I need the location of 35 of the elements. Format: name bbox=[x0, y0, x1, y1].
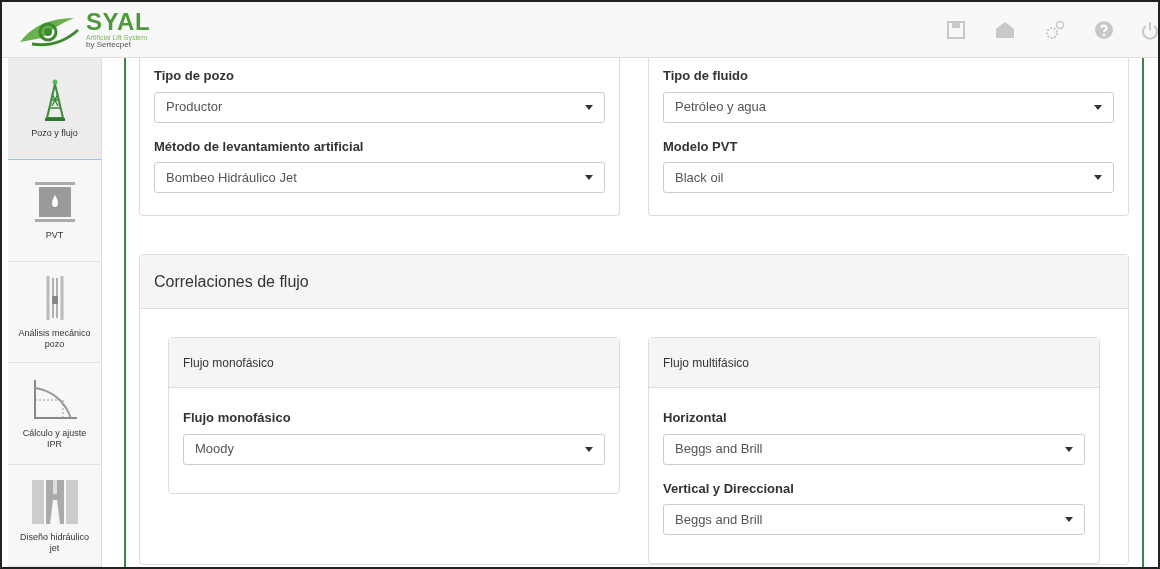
caret-icon bbox=[585, 446, 593, 452]
dropdown[interactable]: Black oil bbox=[663, 162, 1114, 193]
power-icon[interactable] bbox=[1142, 19, 1158, 40]
field-label: Flujo monofásico bbox=[183, 409, 292, 427]
caret-icon bbox=[1094, 175, 1102, 180]
dropdown[interactable]: Beggs and Brill bbox=[663, 433, 1085, 465]
caret-icon bbox=[585, 175, 593, 180]
dropdown[interactable]: Bombeo Hidráulico Jet bbox=[154, 162, 605, 193]
field-label: Vertical y Direccional bbox=[663, 479, 795, 498]
caret-icon bbox=[1065, 517, 1073, 522]
dropdown[interactable]: Productor bbox=[154, 91, 605, 123]
field-label: Método de levantamiento artificial bbox=[154, 137, 365, 156]
house-icon[interactable] bbox=[994, 19, 1016, 40]
caret-icon bbox=[1065, 446, 1073, 452]
dropdown[interactable]: Beggs and Brill bbox=[663, 504, 1085, 535]
logo-byline: by Sertecpet bbox=[86, 41, 131, 49]
field-label: Tipo de fluido bbox=[663, 67, 749, 85]
field-label: Tipo de pozo bbox=[154, 67, 235, 85]
dropdown[interactable]: Petróleo y agua bbox=[663, 91, 1114, 123]
tank-icon bbox=[32, 179, 77, 224]
logo-title: SYAL bbox=[86, 10, 151, 34]
caret-icon bbox=[585, 104, 593, 110]
sidebar-item[interactable]: Pozo y flujo bbox=[8, 58, 101, 160]
sub-panel-title: Flujo monofásico bbox=[183, 354, 274, 372]
jet-pump-icon bbox=[29, 477, 80, 526]
caret-icon bbox=[1094, 104, 1102, 110]
sub-panel-title: Flujo multifásico bbox=[663, 354, 750, 372]
oil-derrick-icon bbox=[42, 77, 67, 122]
panel-title: Correlaciones de flujo bbox=[154, 271, 309, 292]
dropdown[interactable]: Moody bbox=[183, 433, 605, 465]
save-icon[interactable] bbox=[946, 19, 966, 40]
field-label: Horizontal bbox=[663, 409, 728, 427]
gears-icon[interactable] bbox=[1044, 18, 1066, 41]
help-icon[interactable] bbox=[1094, 19, 1114, 40]
field-label: Modelo PVT bbox=[663, 137, 739, 156]
